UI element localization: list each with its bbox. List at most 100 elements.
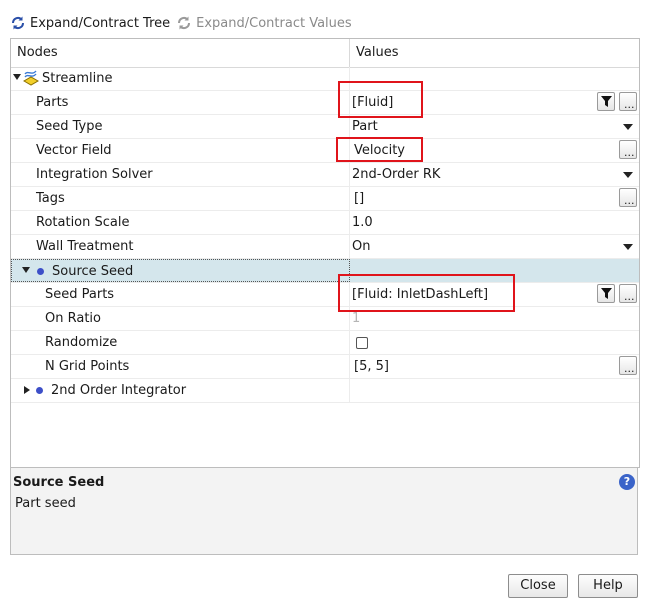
tree-row-seed-type[interactable]: Seed Type Part	[11, 115, 639, 139]
value-cell	[351, 67, 639, 90]
expand-arrow-icon[interactable]	[13, 74, 21, 80]
dropdown-arrow-icon[interactable]	[623, 172, 633, 178]
value-text: [5, 5]	[354, 359, 389, 374]
node-cell: Rotation Scale	[11, 211, 350, 234]
integration-solver-dropdown[interactable]: 2nd-Order RK	[351, 163, 639, 186]
expand-arrow-icon[interactable]	[22, 267, 30, 273]
value-text: Velocity	[354, 143, 405, 158]
node-label: Rotation Scale	[36, 215, 130, 230]
tags-value[interactable]: [] ...	[351, 187, 639, 210]
filter-button[interactable]	[597, 284, 615, 303]
tree-row-integration-solver[interactable]: Integration Solver 2nd-Order RK	[11, 163, 639, 187]
expand-contract-values-label: Expand/Contract Values	[196, 15, 352, 31]
ellipsis-button[interactable]: ...	[619, 284, 637, 303]
property-tree: Nodes Values Streamline Parts [Fluid] ..…	[10, 38, 640, 468]
expand-contract-tree-label: Expand/Contract Tree	[30, 15, 171, 31]
node-label: Integration Solver	[36, 167, 153, 182]
node-cell: Seed Type	[11, 115, 350, 138]
tree-row-parts[interactable]: Parts [Fluid] ...	[11, 91, 639, 115]
node-label: Wall Treatment	[36, 239, 134, 254]
value-text: 1	[352, 311, 361, 326]
node-cell: Seed Parts	[11, 283, 350, 306]
tree-row-seed-parts[interactable]: Seed Parts [Fluid: InletDashLeft] ...	[11, 283, 639, 307]
expand-arrow-icon[interactable]	[24, 386, 30, 394]
tree-row-n-grid-points[interactable]: N Grid Points [5, 5] ...	[11, 355, 639, 379]
value-text: [Fluid: InletDashLeft]	[352, 287, 489, 302]
tree-row-rotation-scale[interactable]: Rotation Scale 1.0	[11, 211, 639, 235]
node-label: Vector Field	[36, 143, 112, 158]
ellipsis-label: ...	[624, 362, 635, 375]
value-cell	[351, 259, 639, 282]
node-label: Source Seed	[52, 264, 134, 279]
tree-row-2nd-order-integrator[interactable]: 2nd Order Integrator	[11, 379, 639, 403]
node-cell: Integration Solver	[11, 163, 350, 186]
seed-parts-value[interactable]: [Fluid: InletDashLeft] ...	[351, 283, 639, 306]
value-cell	[351, 379, 639, 402]
node-cell: On Ratio	[11, 307, 350, 330]
tree-row-wall-treatment[interactable]: Wall Treatment On	[11, 235, 639, 259]
expand-contract-tree-button[interactable]: Expand/Contract Tree	[10, 15, 170, 31]
node-cell: Vector Field	[11, 139, 350, 162]
vector-field-value[interactable]: Velocity ...	[351, 139, 639, 162]
node-dot-icon	[37, 268, 44, 275]
help-button[interactable]: Help	[578, 574, 638, 598]
tree-row-on-ratio[interactable]: On Ratio 1	[11, 307, 639, 331]
on-ratio-input: 1	[351, 307, 639, 330]
tree-row-tags[interactable]: Tags [] ...	[11, 187, 639, 211]
node-cell: N Grid Points	[11, 355, 350, 378]
value-text: 2nd-Order RK	[352, 167, 441, 182]
n-grid-points-value[interactable]: [5, 5] ...	[351, 355, 639, 378]
node-label: On Ratio	[45, 311, 101, 326]
refresh-icon	[178, 16, 191, 30]
value-text: []	[354, 191, 365, 206]
ellipsis-label: ...	[624, 98, 635, 111]
close-button[interactable]: Close	[508, 574, 568, 598]
ellipsis-label: ...	[624, 146, 635, 159]
node-label: N Grid Points	[45, 359, 130, 374]
node-label: Tags	[36, 191, 65, 206]
seed-type-dropdown[interactable]: Part	[351, 115, 639, 138]
dropdown-arrow-icon[interactable]	[623, 124, 633, 130]
node-label: Parts	[36, 95, 69, 110]
node-cell: Parts	[11, 91, 350, 114]
tree-row-randomize[interactable]: Randomize	[11, 331, 639, 355]
ellipsis-button[interactable]: ...	[619, 188, 637, 207]
node-label: Seed Type	[36, 119, 103, 134]
expand-contract-values-button[interactable]: Expand/Contract Values	[176, 15, 352, 31]
filter-button[interactable]	[597, 92, 615, 111]
node-cell: Randomize	[11, 331, 350, 354]
dropdown-arrow-icon[interactable]	[623, 244, 633, 250]
tree-row-vector-field[interactable]: Vector Field Velocity ...	[11, 139, 639, 163]
ellipsis-button[interactable]: ...	[619, 356, 637, 375]
column-header-values[interactable]: Values	[350, 39, 639, 67]
ellipsis-button[interactable]: ...	[619, 92, 637, 111]
tree-row-streamline[interactable]: Streamline	[11, 67, 639, 91]
randomize-checkbox[interactable]	[356, 337, 368, 349]
refresh-icon	[11, 16, 25, 30]
value-text: Part	[352, 119, 378, 134]
toolbar: Expand/Contract Tree Expand/Contract Val…	[10, 12, 352, 34]
node-cell: Wall Treatment	[11, 235, 350, 258]
node-label: Seed Parts	[45, 287, 115, 302]
node-dot-icon	[36, 387, 43, 394]
ellipsis-label: ...	[624, 194, 635, 207]
tree-row-source-seed[interactable]: Source Seed	[11, 259, 639, 283]
filter-icon	[601, 96, 612, 107]
table-header: Nodes Values	[11, 39, 639, 68]
help-icon[interactable]: ?	[619, 474, 635, 490]
node-cell: Source Seed	[11, 259, 350, 282]
filter-icon	[601, 288, 612, 299]
ellipsis-label: ...	[624, 290, 635, 303]
wall-treatment-dropdown[interactable]: On	[351, 235, 639, 258]
node-cell: Streamline	[11, 67, 350, 90]
node-label: Randomize	[45, 335, 118, 350]
value-text: 1.0	[352, 215, 373, 230]
ellipsis-button[interactable]: ...	[619, 140, 637, 159]
rotation-scale-input[interactable]: 1.0	[351, 211, 639, 234]
description-text: Part seed	[15, 496, 76, 511]
column-header-nodes[interactable]: Nodes	[11, 39, 350, 67]
parts-value[interactable]: [Fluid] ...	[351, 91, 639, 114]
description-title: Source Seed	[13, 475, 105, 490]
value-text: [Fluid]	[352, 95, 394, 110]
node-label: 2nd Order Integrator	[51, 383, 187, 398]
